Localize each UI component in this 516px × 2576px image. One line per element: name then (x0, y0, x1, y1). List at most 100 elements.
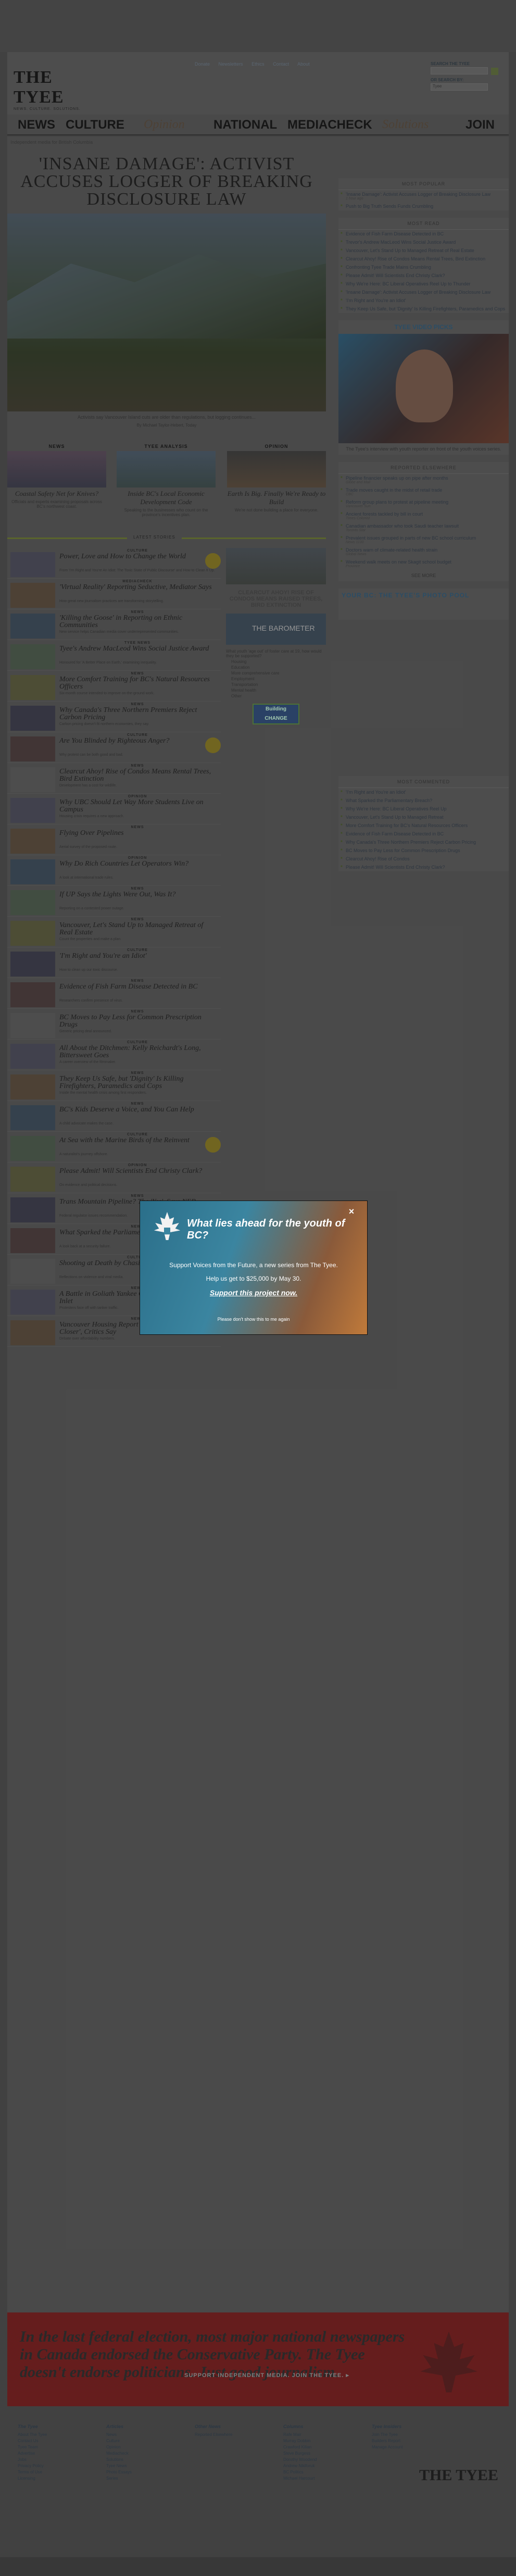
story-item[interactable]: NEWS If UP Says the Lights Were Out, Was … (7, 886, 221, 917)
lead-headline[interactable]: 'INSANE DAMAGE': ACTIVIST ACCUSES LOGGER… (7, 145, 326, 214)
footer-link[interactable]: Photo Essays (106, 2470, 179, 2474)
story-thumbnail[interactable] (10, 583, 55, 608)
barometer-option[interactable]: Other (231, 694, 326, 698)
story-title[interactable]: More Comfort Training for BC's Natural R… (59, 676, 216, 691)
story-thumbnail[interactable] (10, 767, 55, 792)
feature-title[interactable]: Coastal Safety Net for Knives? (7, 490, 106, 498)
sidebar-link[interactable]: Canadian ambassador who took Saudi teach… (338, 522, 509, 534)
photo-pool-heading[interactable]: YOUR BC: THE TYEE'S PHOTO POOL (342, 592, 469, 599)
sidebar-link-text[interactable]: Please Admit! Will Scientists End Christ… (346, 865, 445, 870)
story-thumbnail[interactable] (10, 552, 55, 577)
site-logo[interactable]: THE TYEE NEWS. CULTURE. SOLUTIONS. (14, 68, 86, 111)
story-thumbnail[interactable] (10, 1013, 55, 1038)
story-thumbnail[interactable] (10, 736, 55, 761)
barometer-option[interactable]: Mental health (231, 688, 326, 693)
footer-link[interactable]: Manage Account (372, 2445, 445, 2449)
story-title[interactable]: Vancouver, Let's Stand Up to Managed Ret… (59, 922, 216, 936)
story-item[interactable]: NEWS Why Canada's Three Northern Premiers… (7, 702, 221, 732)
sidebar-link-text[interactable]: Evidence of Fish Farm Disease Detected i… (346, 231, 444, 236)
sidebar-link-text[interactable]: Why Canada's Three Northern Premiers Rej… (346, 840, 476, 845)
barometer-option[interactable]: Transportation (231, 682, 326, 687)
sidebar-link-text[interactable]: 'I'm Right and You're an Idiot' (346, 790, 406, 795)
promo-headline[interactable]: CLEARCUT AHOY! RISE OF CONDOS MEANS RAIS… (226, 590, 326, 608)
sidebar-link[interactable]: Prevalent issues grouped in parts of new… (338, 534, 509, 546)
story-thumbnail[interactable] (10, 1074, 55, 1099)
sidebar-link-text[interactable]: Reform group plans to protest at pipelin… (346, 499, 448, 505)
story-title[interactable]: Why Do Rich Countries Let Operators Win? (59, 860, 216, 868)
story-item[interactable]: CULTURE 'I'm Right and You're an Idiot' Ho… (7, 947, 221, 978)
footer-link[interactable]: Dorothy Woodend (283, 2457, 356, 2462)
footer-link[interactable]: Crawford Kilian (283, 2445, 356, 2449)
story-title[interactable]: Why UBC Should Let Way More Students Liv… (59, 799, 216, 814)
sidebar-link-text[interactable]: They Keep Us Safe, but 'Dignity' Is Kill… (346, 306, 505, 311)
story-item[interactable]: TYEE NEWS Tyee's Andrew MacLeod Wins Soci… (7, 640, 221, 671)
story-title[interactable]: BC's Kids Deserve a Voice, and You Can H… (59, 1106, 216, 1114)
footer-link[interactable]: BC Politics (283, 2470, 356, 2474)
story-thumbnail[interactable] (10, 1044, 55, 1069)
sidebar-link-text[interactable]: More Comfort Training for BC's Natural R… (346, 823, 468, 828)
sidebar-link[interactable]: Ancient forests tackled by bill in court… (338, 510, 509, 522)
footer-link[interactable]: Michael Harcourt (283, 2476, 356, 2481)
story-item[interactable]: OPINION Why Do Rich Countries Let Operato… (7, 855, 221, 886)
sidebar-link[interactable]: Push to Big Truth Sends Funds Crumbling (338, 202, 509, 210)
story-title[interactable]: 'Killing the Goose' in Reporting on Ethn… (59, 615, 216, 629)
footer-link[interactable]: Jobs (18, 2457, 91, 2462)
story-title[interactable]: BC Moves to Pay Less for Common Prescrip… (59, 1014, 216, 1029)
banner-cta[interactable]: SUPPORT INDEPENDENT MEDIA. JOIN THE TYEE… (184, 2372, 349, 2379)
footer-link[interactable]: Join The Tyee (372, 2432, 445, 2437)
footer-logo[interactable]: THE TYEE (419, 2467, 498, 2484)
sidebar-link[interactable]: Doctors warn of climate-related health s… (338, 546, 509, 558)
story-title[interactable]: They Keep Us Safe, but 'Dignity' Is Kill… (59, 1076, 216, 1090)
story-item[interactable]: OPINION Why UBC Should Let Way More Stude… (7, 794, 221, 824)
sidebar-link[interactable]: Vancouver, Let's Stand Up to Managed Ret… (338, 813, 509, 821)
sidebar-link[interactable]: Why We're Here: BC Liberal Operatives Re… (338, 280, 509, 288)
sidebar-link[interactable]: BC Moves to Pay Less for Common Prescrip… (338, 846, 509, 855)
story-thumbnail[interactable] (10, 1228, 55, 1253)
feature-image[interactable] (227, 451, 326, 487)
story-thumbnail[interactable] (10, 982, 55, 1007)
sidebar-link[interactable]: Evidence of Fish Farm Disease Detected i… (338, 830, 509, 838)
endorsement-banner[interactable]: In the last federal election, most major… (7, 2312, 509, 2406)
sidebar-link[interactable]: Clearcut Ahoy! Rise of Condos (338, 855, 509, 863)
story-thumbnail[interactable] (10, 890, 55, 915)
sidebar-link[interactable]: 'I'm Right and You're an Idiot' (338, 788, 509, 796)
footer-link[interactable]: Culture (106, 2439, 179, 2443)
barometer-banner[interactable]: THE BAROMETER (226, 614, 326, 645)
story-title[interactable]: Evidence of Fish Farm Disease Detected i… (59, 983, 216, 991)
footer-link[interactable]: Contact Us (18, 2439, 91, 2443)
sidebar-link-text[interactable]: Ancient forests tackled by bill in court (346, 511, 423, 517)
story-title[interactable]: If UP Says the Lights Were Out, Was It? (59, 891, 216, 898)
story-item[interactable]: CULTURE Power, Love and How to Change the… (7, 548, 221, 579)
story-thumbnail[interactable] (10, 1290, 55, 1315)
story-thumbnail[interactable] (10, 1136, 55, 1161)
feature-title[interactable]: Inside BC's Local Economic Development C… (117, 490, 216, 506)
story-thumbnail[interactable] (10, 1320, 55, 1345)
story-thumbnail[interactable] (10, 859, 55, 884)
story-thumbnail[interactable] (10, 921, 55, 946)
story-title[interactable]: All About the Ditchmen: Kelly Reichardt'… (59, 1045, 216, 1059)
dont-show-again-link[interactable]: Please don't show this to me again (140, 1317, 367, 1322)
nav-opinion[interactable]: Opinion (144, 118, 185, 132)
support-project-link[interactable]: Support this project now. (140, 1289, 367, 1297)
story-item[interactable]: NEWS Evidence of Fish Farm Disease Detect… (7, 978, 221, 1009)
sidebar-link[interactable]: What Sparked the Parliamentary Breach? (338, 796, 509, 805)
sidebar-link[interactable]: More Comfort Training for BC's Natural R… (338, 821, 509, 830)
top-link-newsletters[interactable]: Newsletters (219, 61, 243, 67)
nav-national[interactable]: NATIONAL (213, 118, 277, 132)
story-item[interactable]: CULTURE Are You Blinded by Righteous Ange… (7, 732, 221, 763)
sidebar-link[interactable]: Confronting Tyee Trade Mains Crumbling (338, 263, 509, 271)
sidebar-link-text[interactable]: 'I'm Right and You're an Idiot' (346, 298, 406, 303)
sidebar-link[interactable]: Evidence of Fish Farm Disease Detected i… (338, 230, 509, 238)
story-item[interactable]: NEWS Flying Over Pipelines Aerial survey o… (7, 824, 221, 855)
story-title[interactable]: Please Admit! Will Scientists End Christ… (59, 1168, 216, 1175)
story-thumbnail[interactable] (10, 1105, 55, 1130)
sidebar-link[interactable]: Why We're Here: BC Liberal Operatives Re… (338, 805, 509, 813)
sidebar-link[interactable]: Weekend walk meets on new Skagit school … (338, 558, 509, 570)
sidebar-link[interactable]: Reform group plans to protest at pipelin… (338, 498, 509, 510)
footer-link[interactable]: Rafe Mair (283, 2432, 356, 2437)
sidebar-link[interactable]: Please Admit! Will Scientists End Christ… (338, 271, 509, 280)
sidebar-link[interactable]: 'Insane Damage': Activist Accuses Logger… (338, 190, 509, 202)
footer-link[interactable]: Terms of Use (18, 2470, 91, 2474)
story-title[interactable]: Why Canada's Three Northern Premiers Rej… (59, 707, 216, 721)
sidebar-link-text[interactable]: Why We're Here: BC Liberal Operatives Re… (346, 806, 447, 811)
